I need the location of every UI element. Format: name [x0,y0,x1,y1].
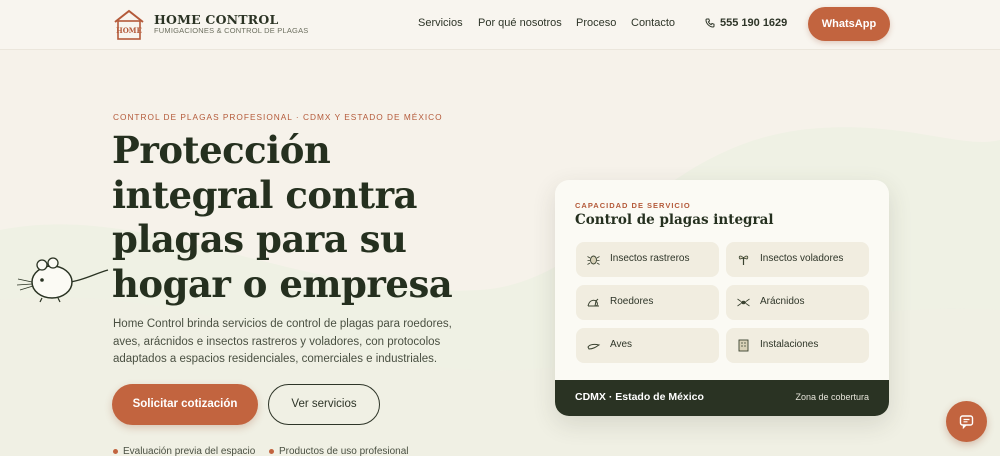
bird-icon [587,343,601,350]
mouse-illustration-icon [16,257,109,303]
chat-bubble-icon [959,415,974,429]
service-tile-insectos-rastreros[interactable]: Insectos rastreros [576,242,719,277]
site-header: HOME HOME CONTROL FUMIGACIONES & CONTROL… [0,0,1000,50]
feature-bullet: Productos de uso profesional [269,446,409,456]
phone-icon [705,18,715,28]
chat-button[interactable] [946,401,987,442]
house-logo-icon[interactable]: HOME [112,8,146,41]
card-title: Control de plagas integral [575,212,774,228]
view-services-button[interactable]: Ver servicios [268,384,380,425]
rodent-icon [587,298,599,307]
brand-subtitle: FUMIGACIONES & CONTROL DE PLAGAS [154,26,309,35]
service-tile-instalaciones[interactable]: Instalaciones [726,328,869,363]
crawling-insect-icon [587,255,600,265]
bullet-dot-icon [113,448,118,454]
nav-proceso[interactable]: Proceso [576,17,616,29]
service-label: Insectos rastreros [610,253,690,264]
service-label: Roedores [610,296,654,307]
coverage-caption: Zona de cobertura [795,392,869,402]
nav-contacto[interactable]: Contacto [631,17,675,29]
card-eyebrow: CAPACIDAD DE SERVICIO [575,201,691,210]
feature-bullet: Evaluación previa del espacio [113,446,255,456]
coverage-footer: CDMX · Estado de México Zona de cobertur… [555,380,889,416]
hero-description: Home Control brinda servicios de control… [113,318,452,365]
bullet-dot-icon [269,448,274,454]
flying-insect-icon [738,255,749,265]
building-icon [738,339,749,352]
nav-servicios[interactable]: Servicios [418,17,463,29]
brand-title[interactable]: HOME CONTROL [154,12,278,27]
service-tile-aracnidos[interactable]: Arácnidos [726,285,869,320]
request-quote-button[interactable]: Solicitar cotización [112,384,258,425]
hero-eyebrow: CONTROL DE PLAGAS PROFESIONAL · CDMX Y E… [113,112,443,122]
whatsapp-button[interactable]: WhatsApp [808,7,890,41]
phone-number[interactable]: 555 190 1629 [720,17,787,29]
service-label: Aves [610,339,633,350]
service-label: Arácnidos [760,296,805,307]
service-tile-insectos-voladores[interactable]: Insectos voladores [726,242,869,277]
service-tile-aves[interactable]: Aves [576,328,719,363]
coverage-location: CDMX · Estado de México [575,391,704,403]
service-capacity-card: CAPACIDAD DE SERVICIO Control de plagas … [555,180,889,416]
svg-text:HOME: HOME [116,26,142,35]
spider-icon [737,298,750,307]
service-label: Instalaciones [760,339,819,350]
hero-title: Protección integral contra plagas para s… [112,128,453,306]
service-tile-roedores[interactable]: Roedores [576,285,719,320]
service-label: Insectos voladores [760,253,844,264]
nav-por-que-nosotros[interactable]: Por qué nosotros [478,17,562,29]
